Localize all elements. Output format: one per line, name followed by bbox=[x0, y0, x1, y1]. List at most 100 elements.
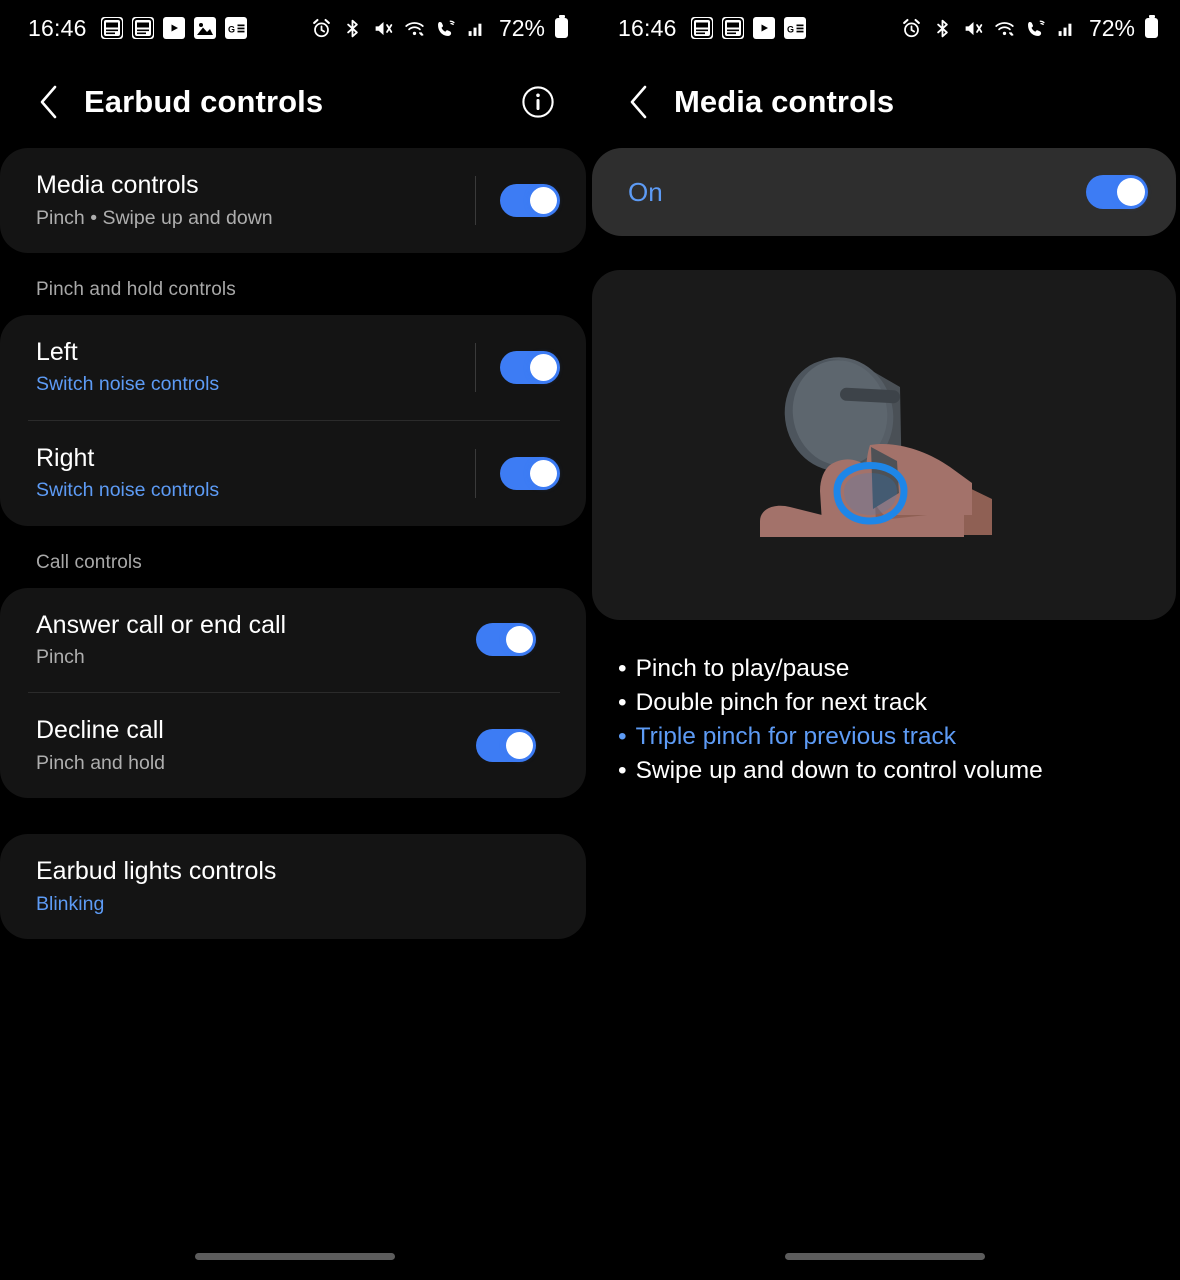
alarm-icon bbox=[311, 18, 332, 39]
earbud-lights-text: Earbud lights controls Blinking bbox=[36, 856, 560, 917]
right-earbud-text: Right Switch noise controls bbox=[36, 443, 475, 504]
wifi-calling-icon bbox=[1025, 18, 1046, 39]
decline-call-row[interactable]: Decline call Pinch and hold bbox=[0, 693, 586, 798]
app-bar-left: Earbud controls bbox=[0, 56, 590, 148]
system-status-icons: 72% bbox=[901, 15, 1158, 42]
home-gesture-pill[interactable] bbox=[195, 1252, 395, 1260]
toggle-knob bbox=[506, 626, 533, 654]
bullet-dot: • bbox=[618, 689, 627, 717]
svg-text:G: G bbox=[228, 24, 235, 34]
notification-icons: G bbox=[690, 17, 806, 39]
media-controls-title: Media controls bbox=[36, 171, 199, 199]
earbud-lights-row[interactable]: Earbud lights controls Blinking bbox=[0, 834, 586, 939]
decline-call-title: Decline call bbox=[36, 716, 164, 745]
google-news-icon: G bbox=[783, 17, 806, 39]
bluetooth-icon bbox=[342, 18, 363, 39]
gallery-icon bbox=[193, 17, 216, 39]
navigation-bar-left bbox=[0, 1232, 590, 1280]
info-icon[interactable] bbox=[516, 80, 560, 124]
media-controls-gesture-list: • Pinch to play/pause • Double pinch for… bbox=[590, 620, 1180, 788]
battery-percent-label: 72% bbox=[1088, 14, 1135, 41]
pinch-hold-section-label: Pinch and hold controls bbox=[36, 278, 236, 300]
left-earbud-text: Left Switch noise controls bbox=[36, 337, 475, 398]
system-status-icons: 72% bbox=[311, 15, 568, 42]
earbud-lights-subtitle: Blinking bbox=[36, 892, 105, 915]
decline-call-toggle[interactable] bbox=[476, 729, 536, 763]
toggle-knob bbox=[506, 732, 533, 760]
svg-text:G: G bbox=[787, 24, 794, 34]
mute-icon bbox=[373, 18, 394, 39]
answer-call-subtitle: Pinch bbox=[36, 646, 85, 669]
list-item: • Pinch to play/pause bbox=[618, 652, 1180, 686]
left-pane-earbud-controls: 16:46 G 72% Earbud controls Media contro… bbox=[0, 0, 590, 1280]
answer-call-row[interactable]: Answer call or end call Pinch bbox=[0, 588, 586, 693]
pinch-earbud-illustration bbox=[734, 323, 1034, 568]
app-bar-right: Media controls bbox=[590, 56, 1180, 148]
bullet-dot: • bbox=[618, 723, 627, 751]
status-bar-clock: 16:46 bbox=[618, 14, 677, 41]
media-controls-row[interactable]: Media controls Pinch • Swipe up and down bbox=[0, 148, 586, 253]
media-controls-text: Media controls Pinch • Swipe up and down bbox=[36, 170, 475, 231]
back-button[interactable] bbox=[618, 81, 660, 123]
media-controls-subtitle: Pinch • Swipe up and down bbox=[36, 206, 273, 229]
right-earbud-toggle[interactable] bbox=[500, 456, 560, 490]
decline-call-subtitle: Pinch and hold bbox=[36, 751, 166, 774]
back-button[interactable] bbox=[28, 81, 70, 123]
wifi-icon bbox=[994, 18, 1015, 39]
left-earbud-toggle[interactable] bbox=[500, 350, 560, 384]
status-bar-clock: 16:46 bbox=[28, 14, 87, 41]
call-controls-card: Answer call or end call Pinch Decline ca… bbox=[0, 587, 586, 799]
signal-icon bbox=[466, 18, 487, 39]
toggle-knob bbox=[530, 186, 557, 214]
bullet-text: Swipe up and down to control volume bbox=[635, 757, 1043, 785]
answer-call-title: Answer call or end call bbox=[36, 610, 287, 639]
media-controls-toggle[interactable] bbox=[500, 183, 560, 217]
battery-icon bbox=[555, 18, 568, 38]
answer-call-toggle[interactable] bbox=[476, 623, 536, 657]
right-earbud-title: Right bbox=[36, 443, 95, 472]
google-news-icon: G bbox=[224, 17, 247, 39]
toggle-knob bbox=[530, 459, 557, 487]
battery-percent-label: 72% bbox=[498, 14, 545, 41]
bullet-dot: • bbox=[618, 655, 627, 682]
alarm-icon bbox=[901, 18, 922, 39]
earbud-lights-card[interactable]: Earbud lights controls Blinking bbox=[0, 834, 586, 940]
row-divider bbox=[475, 176, 476, 225]
row-divider bbox=[475, 342, 476, 392]
list-item: • Triple pinch for previous track bbox=[618, 720, 1180, 754]
toggle-knob bbox=[1117, 178, 1145, 206]
touchtodo-icon bbox=[131, 17, 154, 39]
pinch-hold-row-right[interactable]: Right Switch noise controls bbox=[0, 421, 586, 526]
touchtodo-icon bbox=[690, 17, 713, 39]
bullet-text: Double pinch for next track bbox=[635, 689, 928, 717]
media-controls-card[interactable]: Media controls Pinch • Swipe up and down bbox=[0, 148, 586, 253]
pinch-hold-card: Left Switch noise controls Right Switch … bbox=[0, 314, 586, 526]
left-earbud-title: Left bbox=[36, 337, 78, 366]
wifi-calling-icon bbox=[435, 18, 456, 39]
page-title: Earbud controls bbox=[84, 84, 324, 119]
page-title: Media controls bbox=[674, 84, 895, 119]
wifi-icon bbox=[404, 18, 425, 39]
youtube-icon bbox=[752, 17, 775, 39]
status-bar-left: 16:46 G 72% bbox=[0, 0, 590, 56]
touchtodo-icon bbox=[100, 17, 123, 39]
call-controls-section-label: Call controls bbox=[36, 551, 142, 573]
bullet-text: Triple pinch for previous track bbox=[635, 723, 957, 751]
master-toggle-switch[interactable] bbox=[1086, 175, 1148, 209]
bluetooth-icon bbox=[932, 18, 953, 39]
master-toggle-card[interactable]: On bbox=[592, 148, 1176, 236]
battery-icon bbox=[1145, 18, 1158, 38]
signal-icon bbox=[1056, 18, 1077, 39]
home-gesture-pill[interactable] bbox=[785, 1252, 985, 1260]
earbud-lights-title: Earbud lights controls bbox=[36, 857, 277, 886]
right-pane-media-controls: 16:46 G 72% Media controls On • Pinch to… bbox=[590, 0, 1180, 1280]
left-earbud-subtitle: Switch noise controls bbox=[36, 373, 220, 396]
pinch-hold-row-left[interactable]: Left Switch noise controls bbox=[0, 315, 586, 420]
navigation-bar-right bbox=[590, 1232, 1180, 1280]
right-earbud-subtitle: Switch noise controls bbox=[36, 479, 220, 502]
decline-call-text: Decline call Pinch and hold bbox=[36, 715, 476, 776]
notification-icons: G bbox=[100, 17, 247, 39]
row-divider bbox=[475, 448, 476, 498]
list-item: • Swipe up and down to control volume bbox=[618, 754, 1180, 788]
status-bar-right: 16:46 G 72% bbox=[590, 0, 1180, 56]
